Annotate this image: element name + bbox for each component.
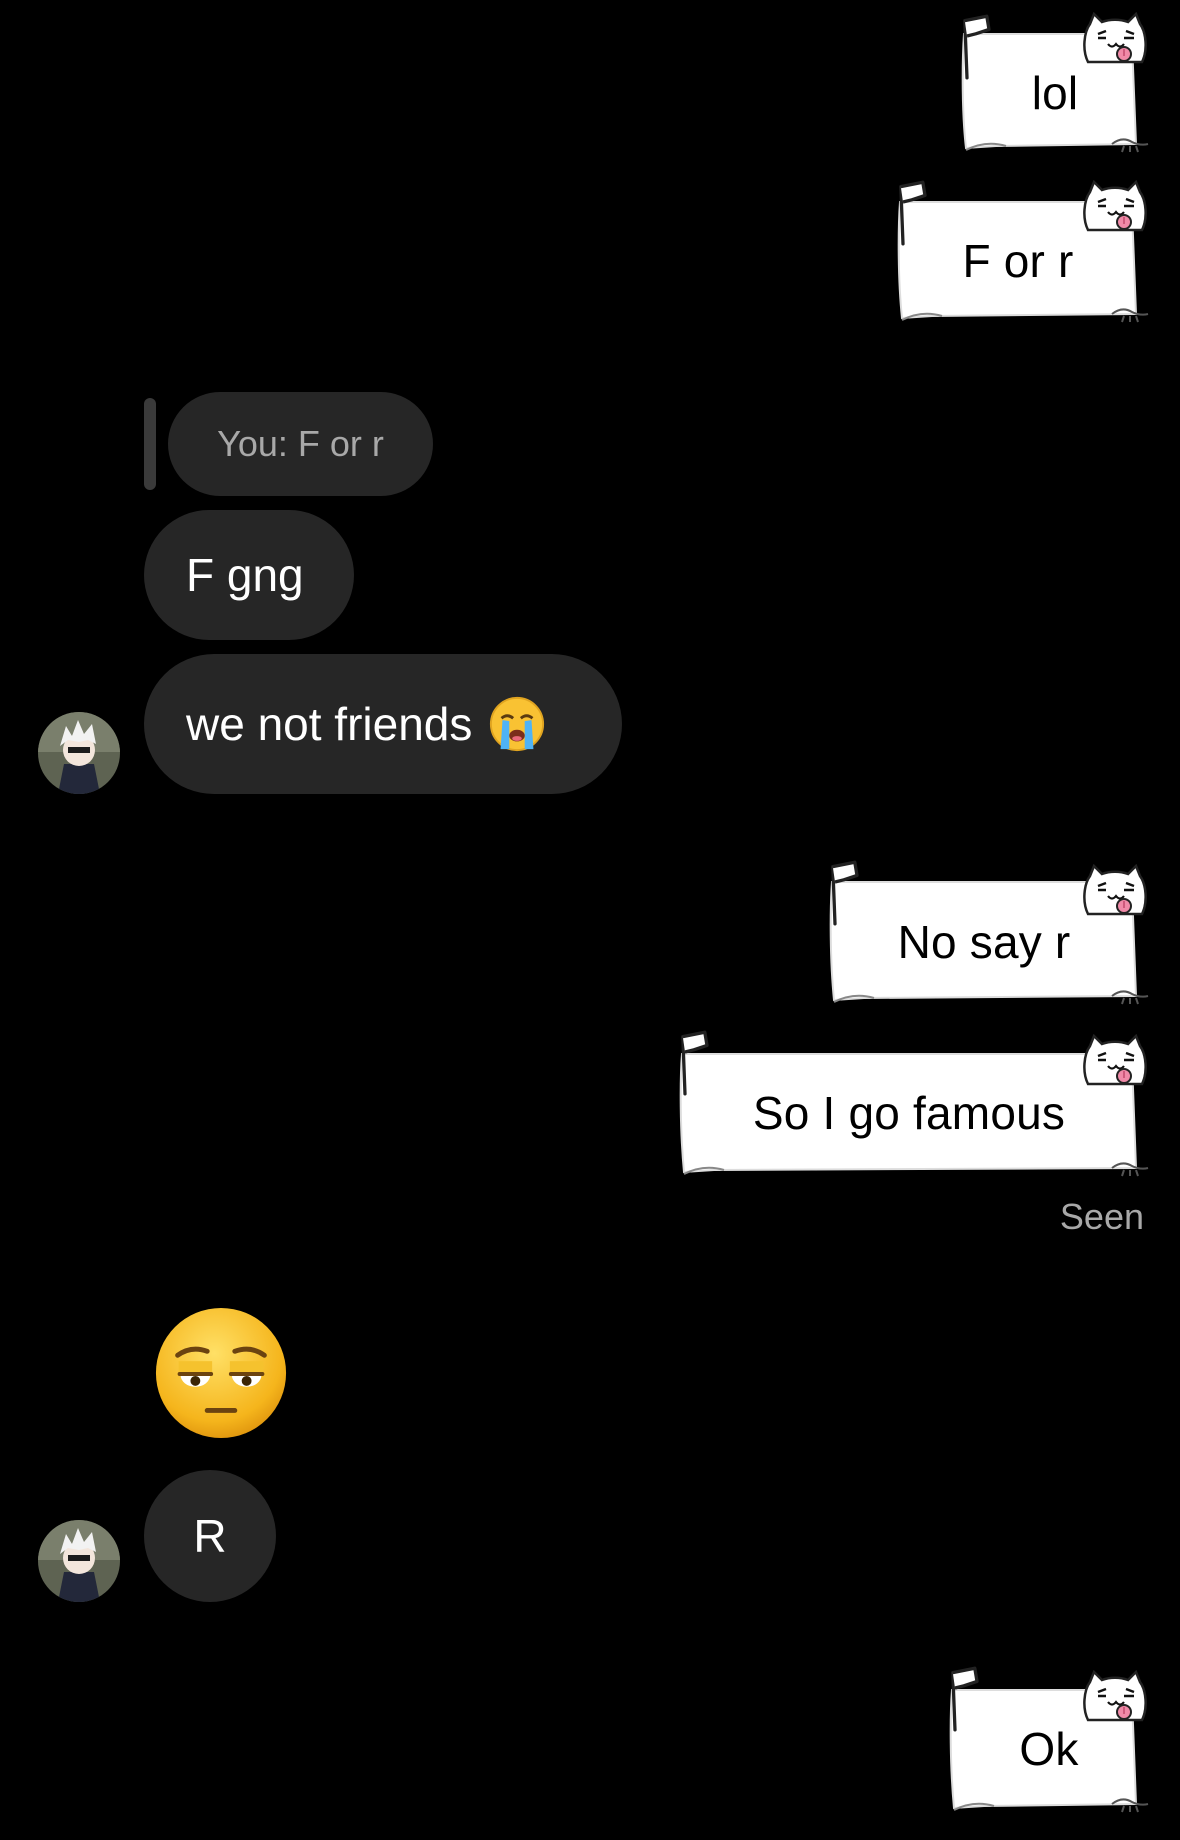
cat-face-icon: [1080, 1034, 1150, 1090]
cat-paw-icon: [1110, 1794, 1150, 1814]
incoming-message-we-not-friends[interactable]: we not friends: [144, 654, 622, 794]
cat-paw-icon: [1110, 304, 1150, 324]
message-text: Ok: [1019, 1723, 1079, 1776]
message-text: F or r: [962, 235, 1074, 288]
seen-status: Seen: [1059, 1196, 1144, 1237]
cat-face-icon: [1080, 864, 1150, 920]
message-text: lol: [1031, 67, 1079, 120]
message-text: we not friends: [186, 698, 473, 750]
message-text: F gng: [186, 549, 304, 601]
outgoing-message-ok[interactable]: Ok: [944, 1666, 1144, 1816]
cat-paw-icon: [1110, 134, 1150, 154]
avatar[interactable]: [38, 712, 120, 794]
cat-paw-icon: [1110, 1158, 1150, 1178]
message-text: So I go famous: [752, 1087, 1066, 1140]
user-avatar-image: [38, 712, 120, 794]
outgoing-message-f-or-r[interactable]: F or r: [892, 180, 1144, 326]
message-text: No say r: [897, 916, 1071, 969]
incoming-message-r[interactable]: R: [144, 1470, 276, 1602]
incoming-message-f-gng[interactable]: F gng: [144, 510, 354, 640]
outgoing-message-lol[interactable]: lol: [956, 14, 1144, 156]
pensive-face-icon[interactable]: [152, 1304, 290, 1442]
outgoing-message-no-say-r[interactable]: No say r: [824, 860, 1144, 1008]
reply-indicator-bar: [144, 398, 156, 490]
loudly-crying-face-icon: [490, 696, 545, 752]
cat-paw-icon: [1110, 986, 1150, 1006]
cat-face-icon: [1080, 180, 1150, 236]
user-avatar-image: [38, 1520, 120, 1602]
reply-preview[interactable]: You: F or r: [168, 392, 433, 496]
avatar[interactable]: [38, 1520, 120, 1602]
outgoing-message-so-i-go-famous[interactable]: So I go famous: [674, 1030, 1144, 1180]
cat-face-icon: [1080, 12, 1150, 68]
message-text: R: [193, 1510, 227, 1562]
cat-face-icon: [1080, 1670, 1150, 1726]
